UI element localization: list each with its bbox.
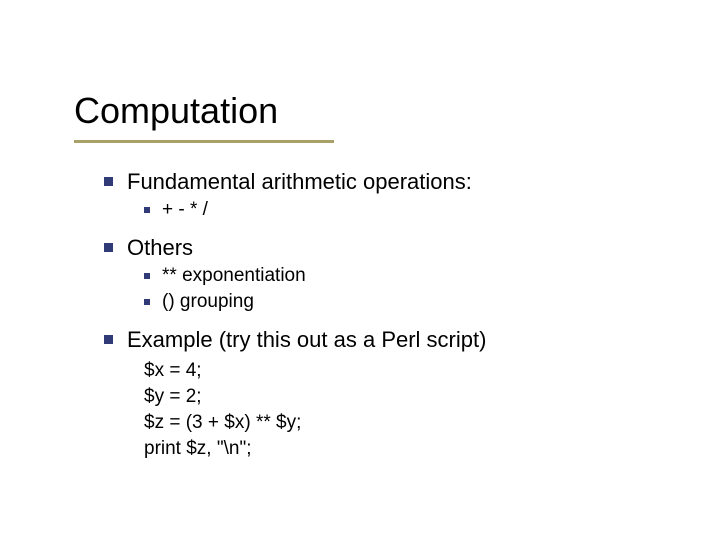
bullet-text: + - * / [162, 198, 208, 222]
title-underline [74, 140, 334, 143]
code-line: $x = 4; [144, 358, 664, 384]
bullet-level1: Example (try this out as a Perl script) [104, 326, 664, 354]
slide-title: Computation [74, 90, 278, 132]
bullet-level2: () grouping [144, 290, 664, 314]
bullet-level1: Others [104, 234, 664, 262]
code-line: $z = (3 + $x) ** $y; [144, 410, 664, 436]
bullet-text: Example (try this out as a Perl script) [127, 326, 486, 354]
bullet-text: Others [127, 234, 193, 262]
slide-title-wrap: Computation [74, 90, 278, 132]
slide-body: Fundamental arithmetic operations: + - *… [104, 164, 664, 462]
square-bullet-icon [144, 299, 150, 305]
bullet-text: Fundamental arithmetic operations: [127, 168, 472, 196]
bullet-level1: Fundamental arithmetic operations: [104, 168, 664, 196]
square-bullet-icon [144, 207, 150, 213]
bullet-level2: + - * / [144, 198, 664, 222]
slide: Computation Fundamental arithmetic opera… [0, 0, 720, 540]
square-bullet-icon [104, 177, 113, 186]
code-line: print $z, "\n"; [144, 436, 664, 462]
bullet-text: ** exponentiation [162, 264, 306, 288]
square-bullet-icon [104, 243, 113, 252]
bullet-text: () grouping [162, 290, 254, 314]
bullet-level2: ** exponentiation [144, 264, 664, 288]
square-bullet-icon [144, 273, 150, 279]
code-line: $y = 2; [144, 384, 664, 410]
code-block: $x = 4; $y = 2; $z = (3 + $x) ** $y; pri… [144, 358, 664, 462]
square-bullet-icon [104, 335, 113, 344]
